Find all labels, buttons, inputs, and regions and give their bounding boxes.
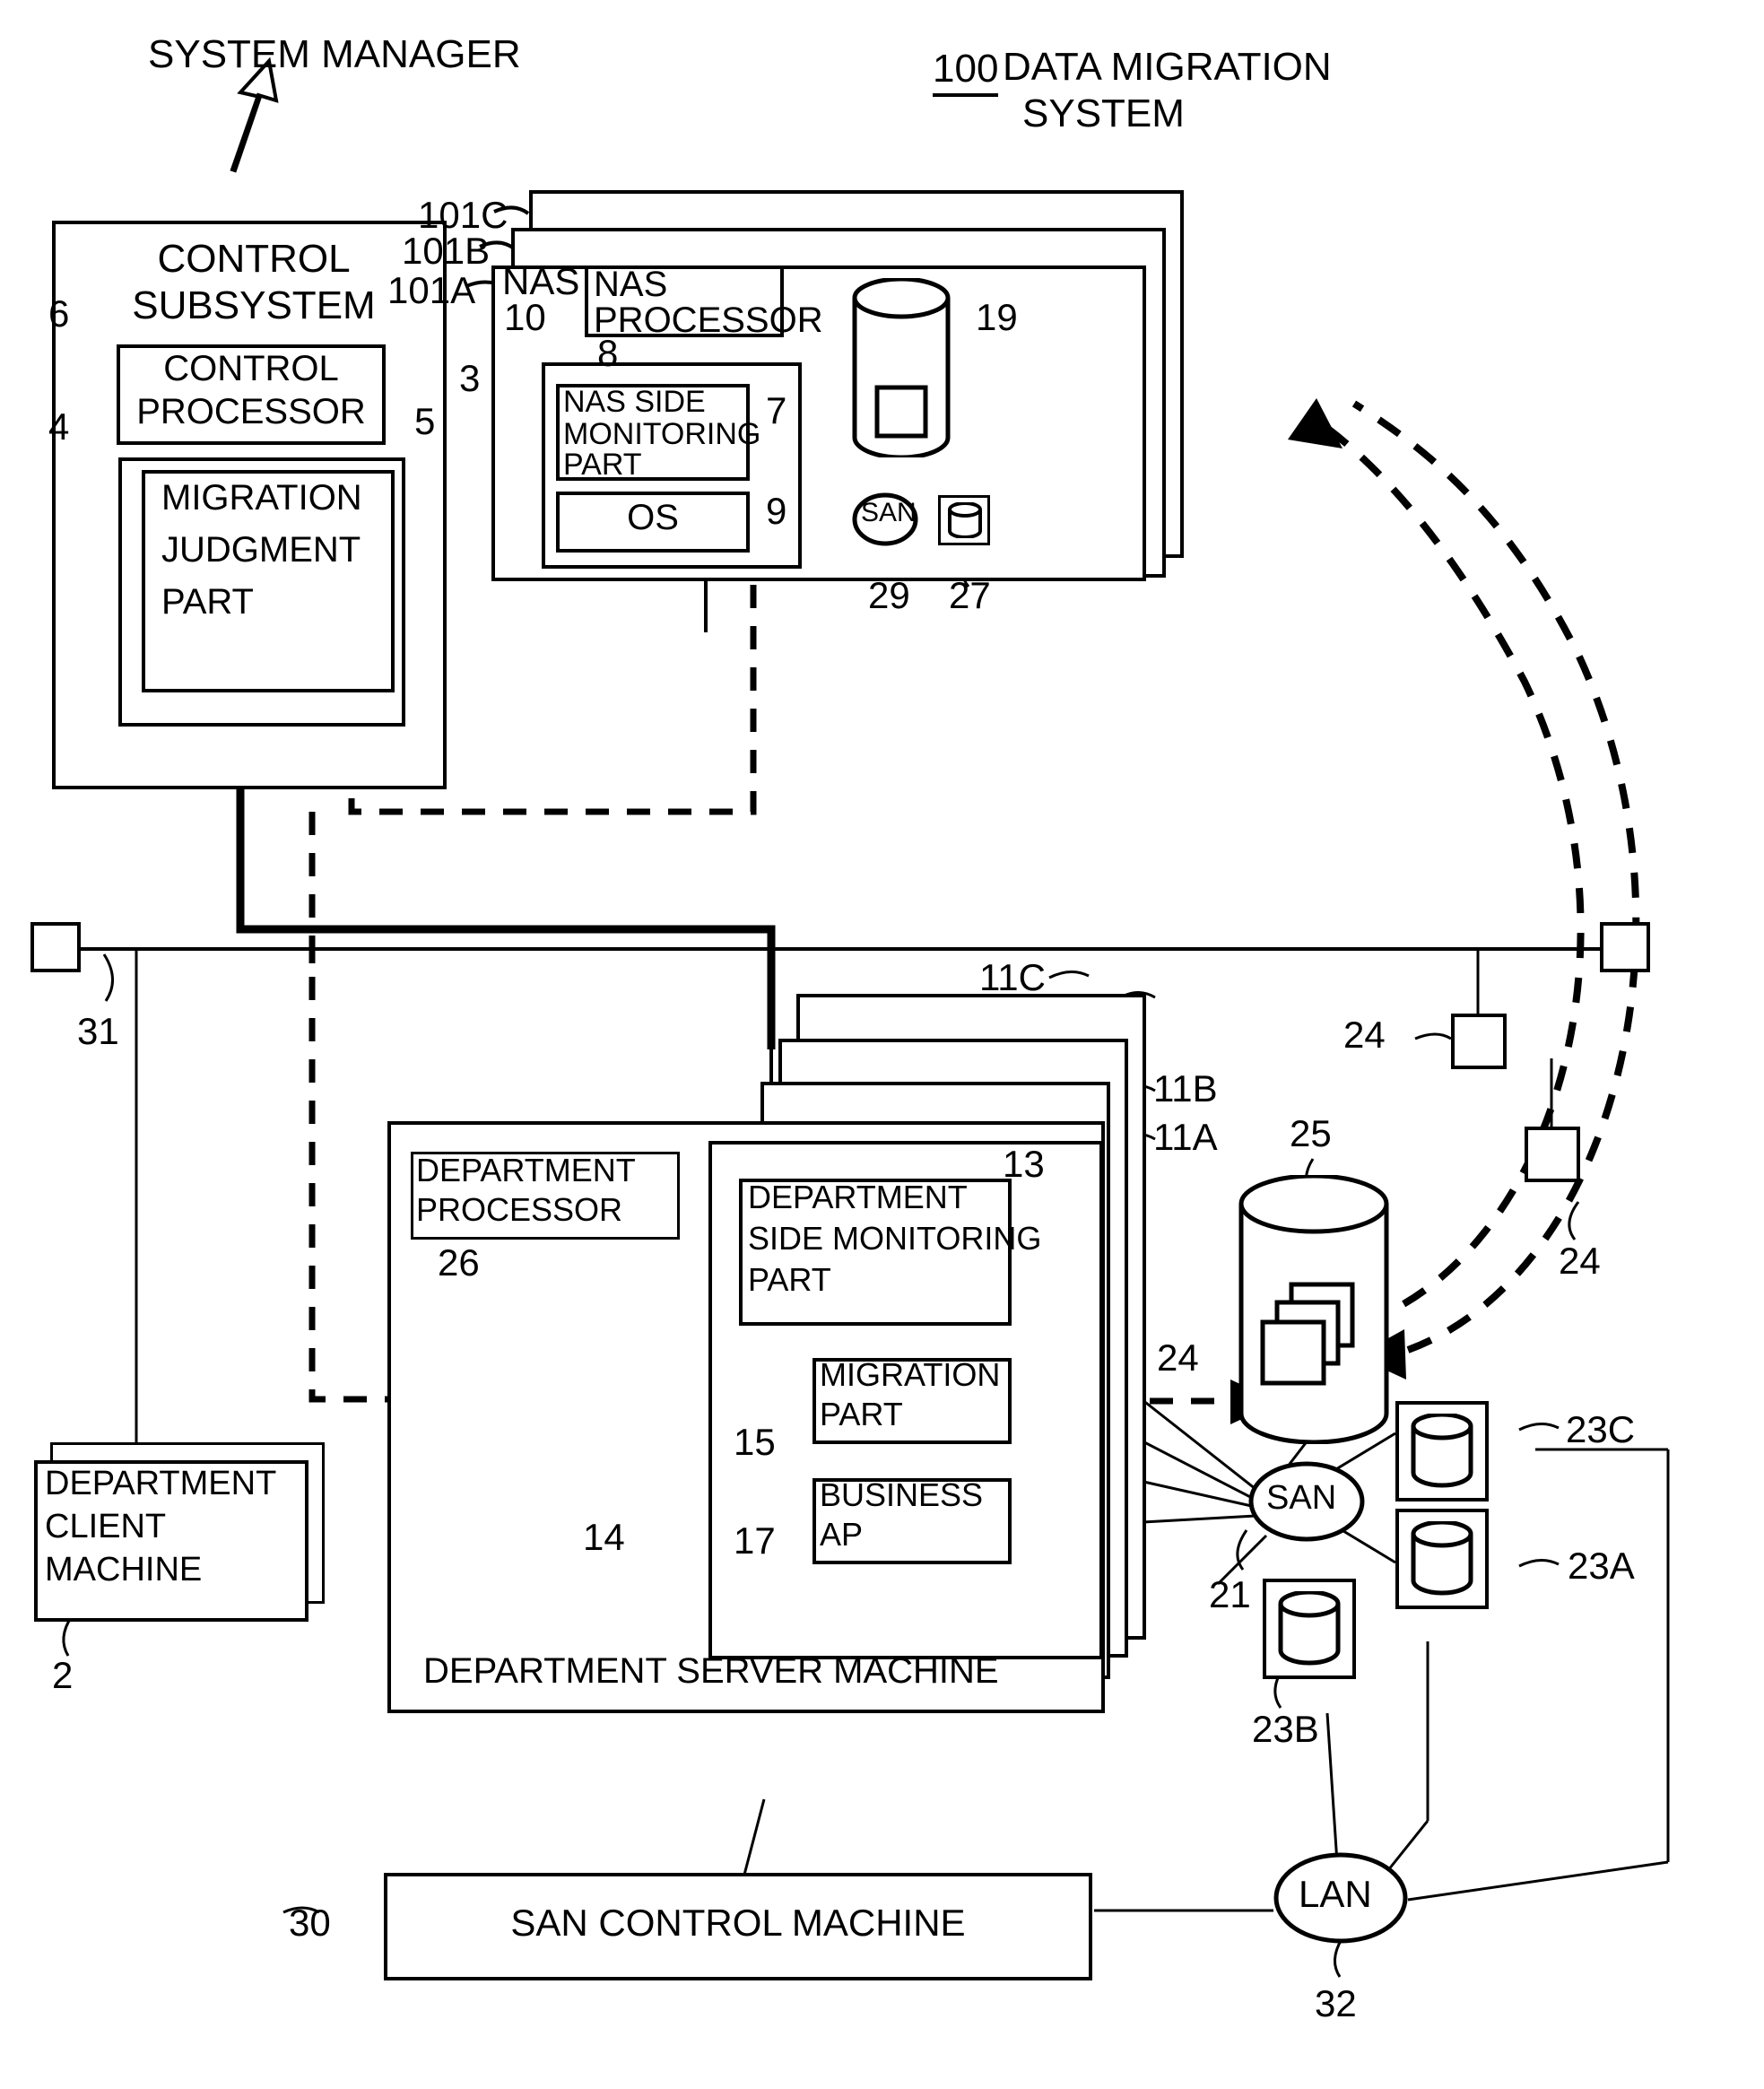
ref-11c-bus: 11C	[979, 956, 1046, 998]
ref-17: 17	[734, 1519, 776, 1562]
ref-8: 8	[597, 332, 619, 374]
san-29-label: SAN	[861, 498, 917, 527]
ref-19: 19	[976, 296, 1018, 338]
nas-processor-line2: PROCESSOR	[594, 300, 823, 340]
nas-os-label: OS	[627, 498, 679, 537]
dept-monitoring-line2: SIDE MONITORING	[748, 1220, 1042, 1257]
ref-26: 26	[438, 1241, 480, 1284]
migration-part-line1: MIGRATION	[820, 1356, 1001, 1393]
san-control-machine-label: SAN CONTROL MACHINE	[510, 1902, 966, 1944]
san-21-label: SAN	[1266, 1479, 1337, 1517]
disk-icon-23b	[1277, 1589, 1342, 1667]
department-processor-line1: DEPARTMENT	[416, 1152, 636, 1188]
nas-monitoring-line1: NAS SIDE	[563, 385, 706, 419]
ref-15: 15	[734, 1421, 776, 1463]
ref-23a: 23A	[1568, 1545, 1635, 1587]
ref-101a: 101A	[387, 269, 476, 311]
ref-30: 30	[289, 1902, 331, 1944]
ref-32: 32	[1315, 1982, 1357, 2024]
ref-14: 14	[583, 1516, 625, 1558]
dept-client-line2: CLIENT	[45, 1508, 167, 1545]
figure-number: 100	[933, 47, 999, 97]
dept-client-line3: MACHINE	[45, 1551, 203, 1589]
storage-cylinder-19	[852, 276, 951, 460]
dept-monitoring-line3: PART	[748, 1261, 831, 1298]
nas-monitoring-line3: PART	[563, 448, 642, 482]
control-subsystem-title-line1: CONTROL	[157, 237, 351, 281]
network-node-right	[1600, 922, 1650, 972]
ref-10: 10	[504, 296, 546, 338]
ref-23b: 23B	[1252, 1708, 1319, 1750]
ref-25: 25	[1290, 1112, 1332, 1154]
disk-icon-23a	[1410, 1519, 1474, 1597]
patent-figure: SYSTEM MANAGER 100 DATA MIGRATION SYSTEM…	[0, 0, 1764, 2089]
ref-2: 2	[52, 1654, 74, 1696]
ref-7: 7	[766, 389, 787, 431]
ref-4: 4	[48, 405, 70, 448]
control-processor-line2: PROCESSOR	[136, 392, 366, 431]
ref-23c: 23C	[1566, 1408, 1636, 1450]
nas-monitoring-line2: MONITORING	[563, 417, 761, 451]
migration-judgment-line1: MIGRATION	[161, 478, 362, 518]
ref-9: 9	[766, 490, 787, 532]
network-node-31	[30, 922, 81, 972]
system-manager-pointer-icon	[230, 57, 279, 173]
disk-icon-27	[947, 501, 983, 539]
ref-101b: 101B	[402, 230, 491, 272]
network-node-24-upper	[1451, 1014, 1507, 1069]
nas-processor-line1: NAS	[594, 265, 668, 304]
migration-part-line2: PART	[820, 1396, 903, 1432]
ref-24-upper: 24	[1343, 1014, 1386, 1056]
ref-24-lower: 24	[1559, 1240, 1601, 1282]
ref-31: 31	[77, 1010, 119, 1052]
ref-29: 29	[868, 574, 910, 616]
migration-judgment-line3: PART	[161, 582, 254, 622]
business-ap-line1: BUSINESS	[820, 1476, 984, 1513]
ref-5: 5	[414, 400, 436, 442]
dept-client-line1: DEPARTMENT	[45, 1465, 277, 1502]
ref-24-data: 24	[1157, 1336, 1199, 1379]
ref-6: 6	[48, 292, 70, 335]
control-subsystem-title-line2: SUBSYSTEM	[132, 283, 376, 327]
department-processor-line2: PROCESSOR	[416, 1191, 623, 1228]
ref-3: 3	[459, 357, 481, 399]
ref-27: 27	[949, 574, 991, 616]
control-processor-line1: CONTROL	[163, 349, 339, 388]
business-ap-line2: AP	[820, 1516, 864, 1553]
figure-title-line1: DATA MIGRATION	[1003, 45, 1332, 89]
storage-cylinder-25	[1238, 1173, 1390, 1445]
system-manager-label: SYSTEM MANAGER	[148, 32, 521, 76]
dept-monitoring-line1: DEPARTMENT	[748, 1179, 968, 1215]
ref-11a: 11A	[1153, 1116, 1218, 1158]
figure-title-line2: SYSTEM	[1022, 91, 1185, 135]
ref-13: 13	[1003, 1143, 1045, 1185]
ref-11b: 11B	[1153, 1067, 1218, 1110]
ref-21: 21	[1209, 1573, 1251, 1615]
network-node-24-lower	[1525, 1127, 1580, 1182]
lan-label: LAN	[1299, 1873, 1372, 1915]
disk-icon-23c	[1410, 1412, 1474, 1489]
migration-judgment-line2: JUDGMENT	[161, 530, 361, 570]
